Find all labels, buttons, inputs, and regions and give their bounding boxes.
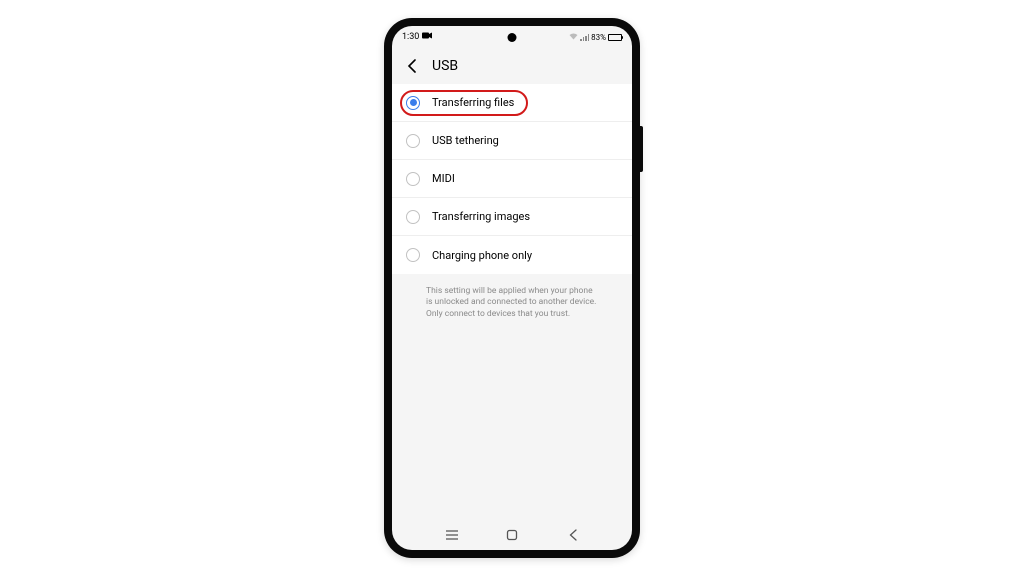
option-charging-only[interactable]: Charging phone only: [392, 236, 632, 274]
option-label: MIDI: [432, 172, 455, 185]
radio-icon: [406, 96, 420, 110]
camera-hole: [508, 33, 517, 42]
option-label: USB tethering: [432, 134, 499, 147]
nav-recents-button[interactable]: [444, 527, 460, 543]
radio-icon: [406, 172, 420, 186]
back-button[interactable]: [404, 59, 418, 73]
phone-frame: 1:30 83% USB Transfe: [384, 18, 640, 558]
nav-back-button[interactable]: [564, 527, 580, 543]
phone-screen: 1:30 83% USB Transfe: [392, 26, 632, 550]
option-label: Charging phone only: [432, 249, 532, 262]
option-label: Transferring images: [432, 210, 530, 223]
radio-icon: [406, 248, 420, 262]
option-transferring-files[interactable]: Transferring files: [392, 84, 632, 122]
status-right: 83%: [569, 33, 622, 42]
page-title: USB: [432, 58, 458, 74]
battery-icon: [608, 34, 622, 41]
signal-icon: [580, 34, 589, 41]
option-usb-tethering[interactable]: USB tethering: [392, 122, 632, 160]
usb-options-list: Transferring files USB tethering MIDI Tr…: [392, 84, 632, 274]
navigation-bar: [392, 520, 632, 550]
option-label: Transferring files: [432, 96, 514, 109]
side-button: [640, 126, 643, 172]
status-left: 1:30: [402, 32, 432, 42]
video-icon: [422, 32, 432, 42]
radio-icon: [406, 134, 420, 148]
wifi-icon: [569, 33, 578, 42]
radio-icon: [406, 210, 420, 224]
option-midi[interactable]: MIDI: [392, 160, 632, 198]
status-time: 1:30: [402, 32, 419, 42]
option-transferring-images[interactable]: Transferring images: [392, 198, 632, 236]
battery-pct: 83%: [591, 33, 606, 42]
footnote-text: This setting will be applied when your p…: [392, 274, 632, 328]
header: USB: [392, 48, 632, 84]
nav-home-button[interactable]: [504, 527, 520, 543]
